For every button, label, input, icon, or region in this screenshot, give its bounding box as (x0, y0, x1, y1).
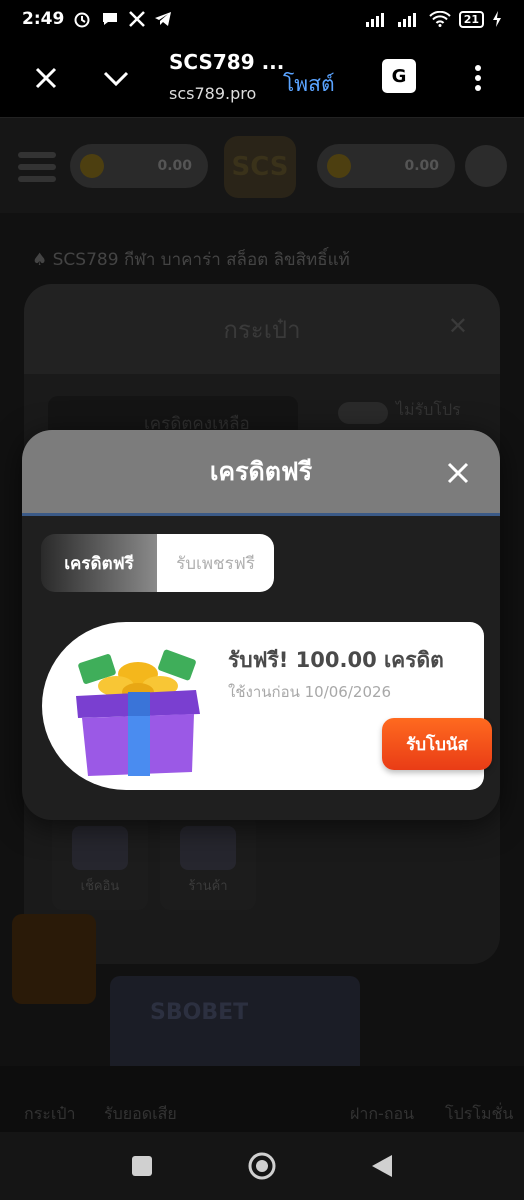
post-button[interactable]: โพสต์ (283, 68, 335, 101)
translate-icon[interactable]: G (382, 59, 416, 93)
signal-icon (365, 13, 384, 27)
close-icon[interactable] (446, 461, 470, 485)
balance-pill-left: 0.00 (70, 144, 208, 188)
status-bar: 2:49 21 (0, 0, 524, 38)
clock-icon (72, 826, 128, 870)
status-time: 2:49 (22, 9, 65, 29)
x-app-icon (129, 11, 146, 27)
checkin-tile: เช็คอิน (52, 814, 148, 910)
back-icon[interactable] (370, 1153, 394, 1179)
diamond-icon (327, 154, 351, 178)
side-widget (12, 914, 96, 1004)
bonus-title: รับฟรี! 100.00 เครดิต (228, 648, 444, 672)
charging-icon (493, 11, 501, 27)
shop-label: ร้านค้า (188, 879, 228, 894)
signal-icon-2 (397, 13, 416, 27)
browser-toolbar: SCS789 ... scs789.pro โพสต์ G (0, 38, 524, 118)
chat-icon (103, 13, 118, 25)
tab-free-credit[interactable]: เครดิตฟรี (41, 534, 157, 592)
nav-deposit-withdraw: ฝาก-ถอน (350, 1104, 415, 1123)
android-navigation-bar (0, 1132, 524, 1200)
wallet-title: กระเป๋า (223, 315, 301, 344)
tab-free-diamond[interactable]: รับเพชรฟรี (157, 534, 274, 592)
wallet-header: กระเป๋า ✕ (24, 284, 500, 374)
wallet-close-icon: ✕ (447, 312, 468, 340)
nav-cashback: รับยอดเสีย (104, 1104, 177, 1123)
bonus-card: รับฟรี! 100.00 เครดิต ใช้งานก่อน 10/06/2… (42, 622, 492, 790)
shop-tile: ร้านค้า (160, 814, 256, 910)
no-promo-label: ไม่รับโปร (396, 400, 461, 419)
page-url: scs789.pro (169, 84, 257, 103)
modal-header: เครดิตฟรี (22, 430, 500, 516)
nav-promotion: โปรโมชั่น (445, 1104, 514, 1123)
site-bottom-nav: กระเป๋า รับยอดเสีย ฝาก-ถอน โปรโมชั่น (0, 1066, 524, 1132)
close-icon[interactable] (30, 62, 62, 94)
nav-wallet: กระเป๋า (24, 1104, 76, 1123)
shop-icon (180, 826, 236, 870)
announcement-marquee: ♠ SCS789 กีฬา บาคาร่า สล็อต ลิขสิทธิ์แท้ (32, 250, 350, 270)
hamburger-icon (18, 152, 56, 182)
battery-indicator: 21 (458, 10, 484, 28)
balance-pill-right: 0.00 (317, 144, 455, 188)
claim-bonus-button[interactable]: รับโบนัส (382, 718, 492, 770)
telegram-icon (155, 12, 172, 26)
bonus-expiry: ใช้งานก่อน 10/06/2026 (228, 683, 392, 701)
page-title: SCS789 ... (169, 50, 285, 74)
avatar (465, 145, 507, 187)
no-promo-toggle (338, 402, 388, 424)
modal-tabs: เครดิตฟรี รับเพชรฟรี (41, 534, 274, 592)
recents-icon[interactable] (132, 1156, 152, 1176)
alarm-icon (74, 12, 90, 28)
more-menu-icon[interactable] (468, 62, 488, 94)
balance-value-left: 0.00 (157, 158, 192, 174)
checkin-label: เช็คอิน (80, 879, 120, 894)
free-credit-modal: เครดิตฟรี เครดิตฟรี รับเพชรฟรี รับฟรี! 1… (22, 430, 500, 820)
chevron-down-icon[interactable] (100, 62, 132, 94)
site-header: 0.00 SCS 0.00 (0, 118, 524, 213)
coin-icon (80, 154, 104, 178)
wifi-icon (428, 11, 451, 27)
site-logo: SCS (224, 136, 296, 198)
modal-title: เครดิตฟรี (209, 456, 313, 486)
gift-box-icon (76, 649, 200, 776)
balance-value-right: 0.00 (404, 158, 439, 174)
home-icon[interactable] (247, 1151, 277, 1181)
